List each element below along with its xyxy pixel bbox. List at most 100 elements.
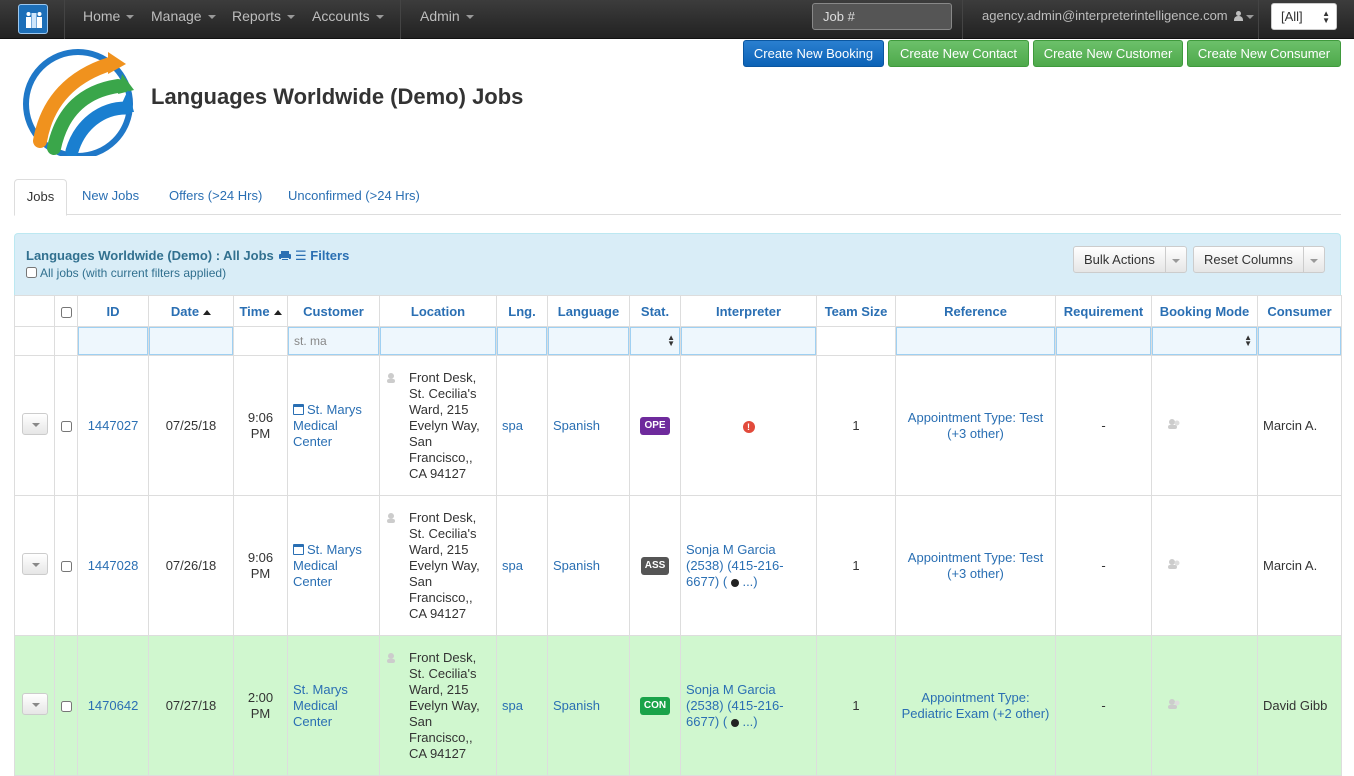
customer-link[interactable]: St. Marys Medical Center [293, 682, 348, 729]
reference-link[interactable]: Appointment Type: Test (+3 other) [908, 410, 1043, 441]
nav-divider [1258, 0, 1259, 39]
nav-accounts[interactable]: Accounts [312, 0, 384, 39]
row-checkbox[interactable] [60, 420, 72, 432]
header-reference[interactable]: Reference [895, 295, 1056, 327]
scope-select[interactable]: [All] ▲ ▼ [1271, 3, 1337, 30]
select-arrows-icon: ▲ ▼ [1244, 333, 1252, 348]
customer-link[interactable]: St. Marys Medical Center [293, 402, 362, 449]
interpreter-more: ...) [742, 573, 758, 589]
nav-home[interactable]: Home [83, 0, 135, 39]
create-booking-button[interactable]: Create New Booking [743, 40, 884, 67]
header-team-size[interactable]: Team Size [816, 295, 896, 327]
header-id[interactable]: ID [77, 295, 149, 327]
interpreter-link[interactable]: Sonja M Garcia (2538) (415-216-6677) ( .… [686, 682, 784, 729]
header-requirement[interactable]: Requirement [1055, 295, 1152, 327]
row-actions-dropdown[interactable] [21, 412, 48, 435]
row-checkbox[interactable] [60, 560, 72, 572]
chevron-down-icon [1246, 14, 1255, 19]
all-jobs-checkbox[interactable] [26, 267, 37, 278]
all-jobs-label: All jobs (with current filters applied) [40, 266, 227, 280]
create-contact-button[interactable]: Create New Contact [888, 40, 1029, 67]
status-badge: CON [639, 697, 671, 715]
row-actions-dropdown[interactable] [21, 552, 48, 575]
team-size: 1 [816, 355, 896, 496]
filter-cell [14, 326, 55, 356]
nav-manage[interactable]: Manage [151, 0, 216, 39]
status-badge: ASS [640, 557, 670, 575]
language-link[interactable]: Spanish [553, 698, 600, 713]
user-menu[interactable]: agency.admin@interpreterintelligence.com [982, 0, 1255, 32]
print-icon[interactable] [279, 251, 292, 261]
select-arrows-icon: ▲ ▼ [1322, 9, 1330, 25]
app-logo-icon[interactable] [18, 4, 48, 34]
tab-unconfirmed[interactable]: Unconfirmed (>24 Hrs) [288, 179, 420, 215]
company-logo [23, 49, 134, 156]
reference-filter-input[interactable] [896, 327, 1055, 355]
bulk-actions-button[interactable]: Bulk Actions [1073, 246, 1187, 273]
customer-link[interactable]: St. Marys Medical Center [293, 542, 362, 589]
interpreter-filter-input[interactable] [681, 327, 816, 355]
scope-select-value: [All] [1281, 9, 1303, 24]
lng-filter-input[interactable] [497, 327, 547, 355]
location-map-icon[interactable] [385, 510, 401, 622]
nav-reports-label: Reports [232, 8, 282, 24]
job-id-link[interactable]: 1470642 [88, 698, 139, 713]
consumer-name: Marcin A. [1257, 355, 1342, 496]
nav-admin[interactable]: Admin [420, 0, 474, 39]
nav-reports[interactable]: Reports [232, 0, 296, 39]
location-map-icon[interactable] [385, 650, 401, 762]
requirement: - [1055, 635, 1152, 776]
all-jobs-checkbox-label[interactable]: All jobs (with current filters applied) [26, 266, 226, 280]
nav-accounts-label: Accounts [312, 8, 370, 24]
tab-jobs[interactable]: Jobs [14, 179, 67, 216]
lng-code[interactable]: spa [502, 558, 523, 573]
language-link[interactable]: Spanish [553, 558, 600, 573]
interpreter-link[interactable]: Sonja M Garcia (2538) (415-216-6677) ( .… [686, 542, 784, 589]
chevron-down-icon[interactable] [1166, 247, 1186, 272]
requirement-filter-input[interactable] [1056, 327, 1151, 355]
lng-code[interactable]: spa [502, 418, 523, 433]
header-booking-mode[interactable]: Booking Mode [1151, 295, 1258, 327]
filters-toggle[interactable]: ☰ Filters [295, 248, 349, 263]
date-filter-input[interactable] [149, 327, 233, 355]
language-link[interactable]: Spanish [553, 418, 600, 433]
header-customer[interactable]: Customer [287, 295, 380, 327]
calendar-icon [293, 403, 304, 415]
row-checkbox[interactable] [60, 700, 72, 712]
header-lng[interactable]: Lng. [496, 295, 548, 327]
id-filter-input[interactable] [78, 327, 148, 355]
tab-new-jobs[interactable]: New Jobs [82, 179, 139, 215]
header-consumer[interactable]: Consumer [1257, 295, 1342, 327]
job-id-link[interactable]: 1447028 [88, 558, 139, 573]
requirement: - [1055, 355, 1152, 496]
reference-link[interactable]: Appointment Type: Pediatric Exam (+2 oth… [902, 690, 1050, 721]
header-location[interactable]: Location [379, 295, 497, 327]
job-id-link[interactable]: 1447027 [88, 418, 139, 433]
header-interpreter[interactable]: Interpreter [680, 295, 817, 327]
reset-columns-button[interactable]: Reset Columns [1193, 246, 1325, 273]
language-filter-input[interactable] [548, 327, 629, 355]
header-language[interactable]: Language [547, 295, 630, 327]
clock-icon [730, 578, 739, 587]
warning-icon[interactable]: ! [742, 420, 755, 433]
location-map-icon[interactable] [385, 370, 401, 482]
header-status[interactable]: Stat. [629, 295, 681, 327]
row-actions-dropdown[interactable] [21, 692, 48, 715]
tab-offers[interactable]: Offers (>24 Hrs) [169, 179, 262, 215]
create-customer-button[interactable]: Create New Customer [1033, 40, 1183, 67]
job-time: 2:00 PM [233, 635, 288, 776]
location-filter-input[interactable] [380, 327, 496, 355]
chevron-down-icon[interactable] [1304, 247, 1324, 272]
header-date[interactable]: Date [148, 295, 234, 327]
lng-code[interactable]: spa [502, 698, 523, 713]
create-consumer-button[interactable]: Create New Consumer [1187, 40, 1341, 67]
reference-link[interactable]: Appointment Type: Test (+3 other) [908, 550, 1043, 581]
select-all-checkbox[interactable] [60, 306, 72, 318]
status-filter-select[interactable]: ▲ ▼ [630, 327, 680, 355]
customer-filter-input[interactable]: st. ma [288, 327, 379, 355]
header-time[interactable]: Time [233, 295, 288, 327]
nav-home-label: Home [83, 8, 121, 24]
booking-mode-filter-select[interactable]: ▲ ▼ [1152, 327, 1257, 355]
consumer-filter-input[interactable] [1258, 327, 1341, 355]
job-number-search-input[interactable] [812, 3, 952, 30]
